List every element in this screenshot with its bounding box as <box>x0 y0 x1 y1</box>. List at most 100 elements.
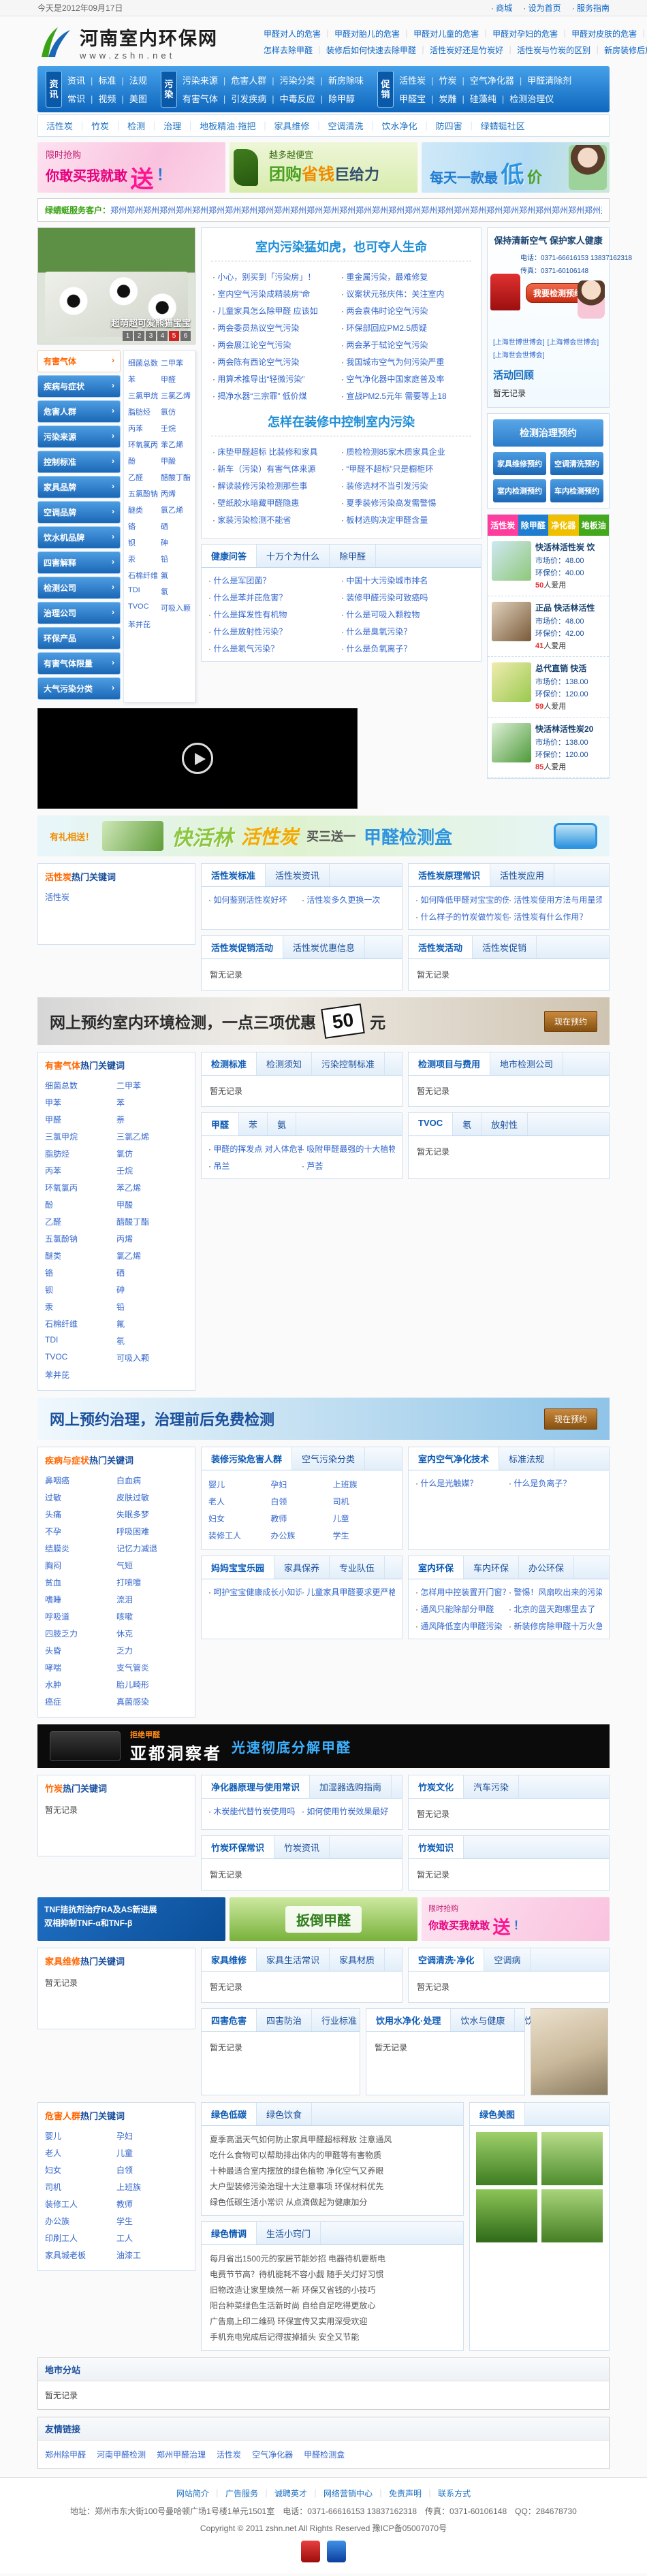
friend-link[interactable]: 活性炭 <box>217 2449 241 2460</box>
news-section-title[interactable]: 室内污染猛如虎，也可夺人生命 <box>211 235 471 261</box>
tab[interactable]: 室内空气净化技术 <box>409 1447 500 1470</box>
link-item[interactable]: 新装修房除甲醛十万火急 <box>509 1617 602 1635</box>
people-keyword[interactable]: 婴儿 <box>208 1476 270 1493</box>
flyout-link[interactable]: 氯仿 <box>159 404 192 420</box>
nav-item[interactable]: 检测治理仪 <box>509 89 554 108</box>
keyword-link[interactable]: 环氧氯丙 <box>45 1179 116 1196</box>
link-item[interactable]: 木炭能代替竹炭使用吗 <box>208 1803 302 1820</box>
keyword-link[interactable]: 白血病 <box>116 1472 188 1489</box>
subnav-item[interactable]: 竹炭 <box>91 119 127 132</box>
news-link[interactable]: “甲醛不超标”只是橱柜环 <box>341 460 470 477</box>
tab[interactable]: 检测项目与费用 <box>409 1052 491 1075</box>
subnav-item[interactable]: 空调清洗 <box>328 119 382 132</box>
tab[interactable]: 竹炭知识 <box>409 1836 464 1858</box>
keyword-link[interactable]: 氡 <box>116 1332 188 1349</box>
keyword-link[interactable]: 壬烷 <box>116 1162 188 1179</box>
tab[interactable]: 绿色美图 <box>470 2103 526 2125</box>
keyword-link[interactable]: 乏力 <box>116 1642 188 1659</box>
link-item[interactable]: 活性炭多久更换一次 <box>302 891 395 908</box>
flyout-link[interactable]: TVOC <box>127 600 159 616</box>
article-line[interactable]: 广告扇上印二维码 环保宣传又实用深受欢迎 <box>210 2313 455 2329</box>
keyword-link[interactable]: 油漆工 <box>116 2247 188 2264</box>
hot-link[interactable]: 装修后如何快速去除甲醛 <box>326 44 430 56</box>
qa-link[interactable]: 什么是可吸入颗粒物 <box>341 606 474 623</box>
keyword-link[interactable]: 流泪 <box>116 1591 188 1608</box>
keyword-link[interactable]: 儿童 <box>116 2144 188 2161</box>
keyword-link[interactable]: 硒 <box>116 1264 188 1281</box>
flyout-link[interactable]: 醚类 <box>127 502 159 518</box>
hot-link[interactable]: 怎样去除甲醛 <box>264 44 326 56</box>
tab[interactable]: 十万个为什么 <box>257 545 330 567</box>
green-photo[interactable] <box>541 2132 603 2185</box>
flyout-link[interactable]: 乙醛 <box>127 469 159 485</box>
keyword-link[interactable]: 醋酸丁酯 <box>116 1213 188 1230</box>
keyword-link[interactable]: 记忆力减退 <box>116 1540 188 1557</box>
tab[interactable]: 空气污染分类 <box>292 1447 366 1470</box>
link-item[interactable]: 吊兰 <box>208 1157 302 1174</box>
article-line[interactable]: 每月省出1500元的家居节能妙招 电器待机要断电 <box>210 2251 455 2266</box>
green-photo[interactable] <box>476 2189 537 2242</box>
news-link[interactable]: 壁纸胶水暗藏甲醛隐患 <box>212 494 341 511</box>
news-link[interactable]: 床垫甲醛超标 比装修和家具 <box>212 443 341 460</box>
keyword-link[interactable]: 氯仿 <box>116 1145 188 1162</box>
flyout-link[interactable]: 氡 <box>159 583 192 600</box>
news-link[interactable]: 空气净化器中国家庭普及率 <box>341 370 470 387</box>
banner-detect-discount[interactable]: 网上预约室内环境检测，一点三项优惠 50 元 现在预约 <box>37 997 610 1045</box>
tab[interactable]: 办公环保 <box>519 1556 575 1579</box>
link-item[interactable]: 什么是负离子？ <box>509 1475 602 1492</box>
footer-nav-link[interactable]: 免责声明 <box>389 2488 438 2499</box>
slideshow-caption[interactable]: 超萌超可爱熊猫宝宝 <box>111 316 191 329</box>
news-link[interactable]: 两会展江论空气污染 <box>212 336 341 353</box>
banner-tnf[interactable]: TNF拮抗剂治疗RA及AS新进展 双相抑制TNF-α和TNF-β <box>37 1897 225 1941</box>
tab[interactable]: 活性炭标准 <box>202 864 266 886</box>
nav-badge[interactable]: 促销 <box>377 71 394 108</box>
keyword-link[interactable]: 二甲苯 <box>116 1077 188 1094</box>
sidebar-menu-item[interactable]: 四害解释 <box>37 551 121 574</box>
keyword-link[interactable]: 工人 <box>116 2229 188 2247</box>
tab[interactable]: 竹炭文化 <box>409 1775 464 1798</box>
link-item[interactable]: 警惕！风扇吹出来的污染 <box>509 1583 602 1600</box>
news-link[interactable]: 宣战PM2.5元年 需要等上18 <box>341 387 470 404</box>
keyword-link[interactable]: 三氯乙烯 <box>116 1128 188 1145</box>
keyword-link[interactable]: 孕妇 <box>116 2127 188 2144</box>
nav-item[interactable]: 引发疾病 <box>231 89 279 108</box>
news-link[interactable]: 两会袁伟时论空气污染 <box>341 302 470 319</box>
people-keyword[interactable]: 上班族 <box>333 1476 395 1493</box>
sidebar-menu-item[interactable]: 大气污染分类 <box>37 677 121 700</box>
tab[interactable]: 空调清洗·净化 <box>409 1948 485 1971</box>
keyword-link[interactable]: 皮肤过敏 <box>116 1489 188 1506</box>
article-line[interactable]: 大户型装修污染治理十大注意事项 环保材料优先 <box>210 2178 455 2194</box>
sidebar-menu-item[interactable]: 疾病与症状 <box>37 375 121 398</box>
keyword-link[interactable]: 胎儿畸形 <box>116 1676 188 1693</box>
product-name[interactable]: 快活林活性炭20 <box>535 723 593 736</box>
banner-yadu[interactable]: 拒绝甲醛 亚都洞察者 光速彻底分解甲醛 <box>37 1724 610 1768</box>
tab[interactable]: 活性炭应用 <box>490 864 555 886</box>
tab[interactable]: 活性炭优惠信息 <box>283 936 366 959</box>
tab[interactable]: 四害危害 <box>202 2009 257 2031</box>
nav-item[interactable]: 危害人群 <box>231 71 279 89</box>
tab[interactable]: 车内环保 <box>464 1556 520 1579</box>
keyword-link[interactable]: 甲苯 <box>45 1094 116 1111</box>
hot-link[interactable]: 新房装修后放什么植物除甲醛 <box>604 44 647 56</box>
keyword-link[interactable]: 苯 <box>116 1094 188 1111</box>
booking-button[interactable]: 车内检测预约 <box>550 479 603 502</box>
tab[interactable]: 室内环保 <box>409 1556 464 1579</box>
flyout-link[interactable]: 硒 <box>159 518 192 534</box>
slideshow-page-button[interactable]: 2 <box>134 331 144 341</box>
keyword-link[interactable]: 支气管炎 <box>116 1659 188 1676</box>
tab[interactable]: 汽车污染 <box>464 1775 520 1798</box>
product-image[interactable] <box>492 723 531 762</box>
nav-item[interactable]: 标准 <box>98 71 129 89</box>
product-tab[interactable]: 净化器 <box>548 515 579 536</box>
article-line[interactable]: 旧物改造让家里焕然一新 环保又省钱的小技巧 <box>210 2282 455 2298</box>
book-now-button[interactable]: 现在预约 <box>543 1010 597 1032</box>
top-link[interactable]: 服务指南 <box>572 2 610 14</box>
people-keyword[interactable]: 学生 <box>333 1527 395 1544</box>
keyword-link[interactable]: 铅 <box>116 1298 188 1315</box>
tab[interactable]: 绿色情调 <box>202 2222 257 2244</box>
keyword-link[interactable]: 过敏 <box>45 1489 116 1506</box>
keyword-link[interactable]: 婴儿 <box>45 2127 116 2144</box>
tab[interactable]: 家具生活常识 <box>257 1948 330 1971</box>
subnav-item[interactable]: 地板精油·拖把 <box>200 119 274 132</box>
link-item[interactable]: 通风只能除部分甲醛 <box>415 1600 509 1617</box>
